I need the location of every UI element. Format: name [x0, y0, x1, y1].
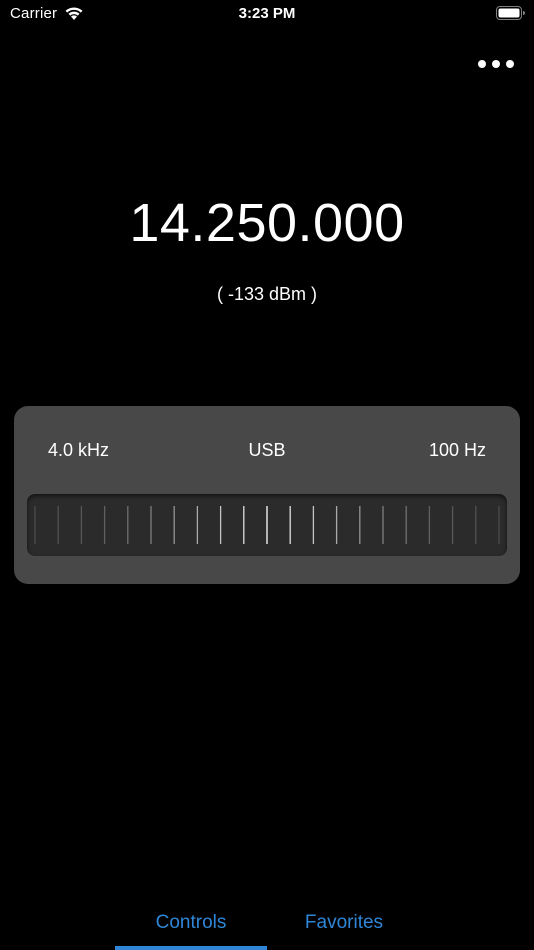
more-options-button[interactable] — [478, 55, 514, 73]
more-icon-dot — [492, 60, 500, 68]
more-icon-dot — [506, 60, 514, 68]
tab-favorites[interactable]: Favorites — [268, 912, 420, 934]
signal-strength: ( -133 dBm ) — [216, 284, 318, 304]
tuning-dial-ticks — [34, 506, 500, 544]
frequency-display[interactable]: 14.250.000 — [0, 192, 534, 254]
more-icon — [478, 60, 486, 68]
tuning-dial[interactable] — [27, 494, 507, 556]
tuning-panel: 4.0 kHz USB 100 Hz — [14, 406, 520, 584]
tab-selected-indicator — [115, 946, 267, 950]
battery-icon — [496, 5, 526, 21]
status-time: 3:23 PM — [238, 5, 296, 22]
status-bar: Carrier 3:23 PM — [0, 0, 534, 28]
tab-controls[interactable]: Controls — [115, 912, 267, 934]
tab-bar: Controls Favorites — [0, 900, 534, 950]
step-button[interactable]: 100 Hz — [429, 440, 486, 461]
